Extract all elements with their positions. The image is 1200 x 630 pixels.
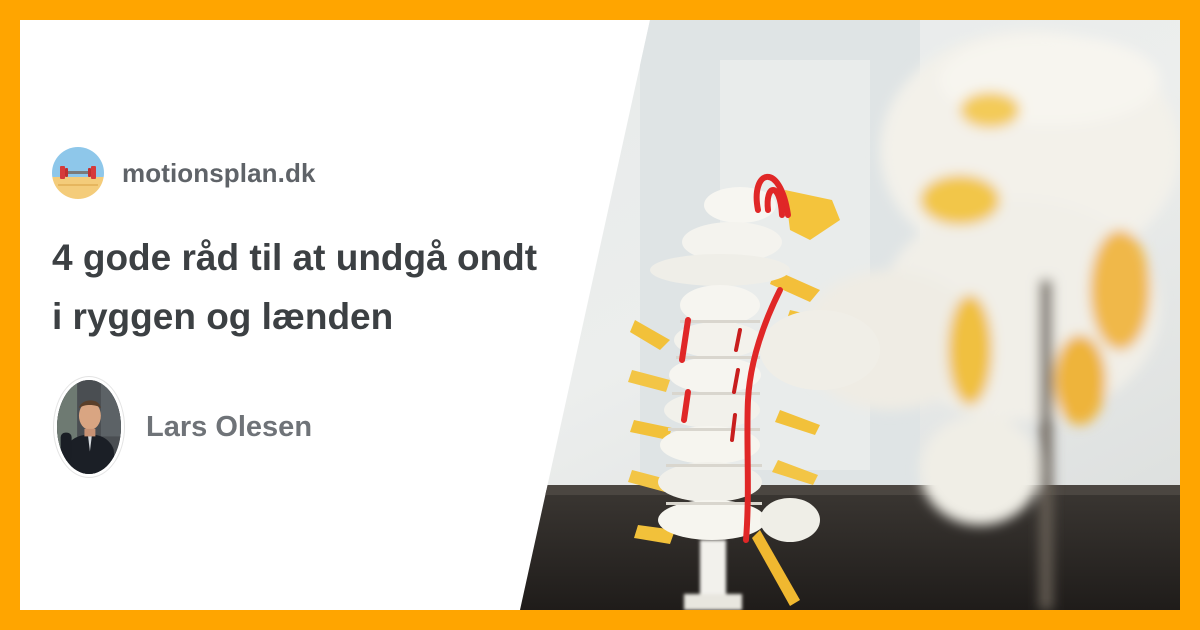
dumbbell-logo-icon bbox=[52, 147, 104, 199]
site-name: motionsplan.dk bbox=[122, 157, 316, 188]
article-headline[interactable]: 4 gode råd til at undgå ondt i ryggen og… bbox=[52, 228, 612, 346]
author-name: Lars Olesen bbox=[146, 410, 313, 443]
headline-line-1: 4 gode råd til at undgå ondt bbox=[52, 237, 538, 278]
author-byline[interactable]: Lars Olesen bbox=[54, 377, 312, 477]
share-card: motionsplan.dk 4 gode råd til at undgå o… bbox=[20, 20, 1180, 610]
author-photo bbox=[54, 377, 124, 477]
headline-line-2: i ryggen og lænden bbox=[52, 296, 394, 338]
site-branding[interactable]: motionsplan.dk bbox=[52, 147, 316, 199]
